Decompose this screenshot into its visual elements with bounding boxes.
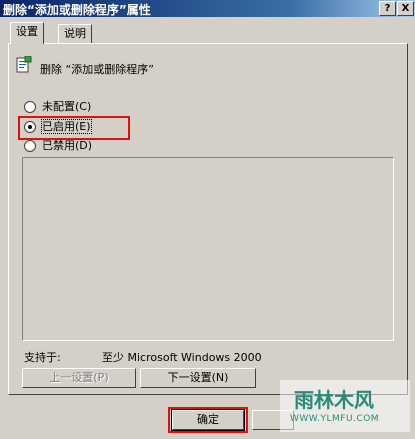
radio-button[interactable] <box>24 101 36 113</box>
tab-settings[interactable]: 设置 <box>10 22 44 44</box>
supported-value: 至少 Microsoft Windows 2000 <box>102 351 262 364</box>
watermark-logo: 雨林木风 WWW.YLMFU.COM <box>280 380 410 432</box>
window-title: 删除“添加或删除程序”属性 <box>3 3 151 17</box>
radio-disabled[interactable]: 已禁用(D) <box>24 139 92 153</box>
radio-button[interactable] <box>24 140 36 152</box>
watermark-text: 雨林木风 <box>294 388 374 412</box>
tab-explain[interactable]: 说明 <box>58 24 92 43</box>
policy-name: 删除 “添加或删除程序” <box>40 63 154 76</box>
ok-highlight-box <box>168 407 248 433</box>
help-button[interactable]: ? <box>379 1 396 16</box>
radio-label: 已禁用(D) <box>42 139 93 152</box>
next-setting-button[interactable]: 下一设置(N) <box>140 368 256 388</box>
title-bar: 删除“添加或删除程序”属性 ? X <box>0 0 415 17</box>
supported-label: 支持于: <box>24 351 61 364</box>
description-box <box>22 157 394 341</box>
close-button[interactable]: X <box>397 1 414 16</box>
prev-setting-button[interactable]: 上一设置(P) <box>22 368 136 388</box>
radio-label: 未配置(C) <box>42 100 92 113</box>
radio-not-configured[interactable]: 未配置(C) <box>24 100 91 114</box>
policy-icon <box>16 56 32 73</box>
highlight-box <box>18 116 130 140</box>
watermark-url: WWW.YLMFU.COM <box>290 414 380 424</box>
